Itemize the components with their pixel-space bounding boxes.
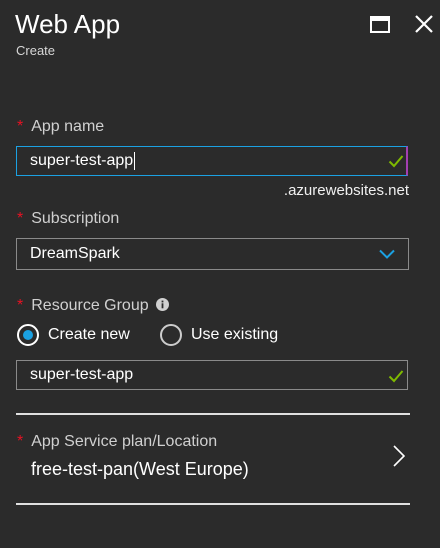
subscription-dropdown[interactable]: DreamSpark bbox=[16, 238, 409, 270]
checkmark-icon bbox=[388, 370, 404, 383]
subscription-value: DreamSpark bbox=[30, 245, 120, 262]
text-cursor bbox=[134, 151, 136, 170]
page-title: Web App bbox=[15, 9, 121, 39]
radio-create-new[interactable]: Create new bbox=[17, 324, 130, 346]
radio-button-selected[interactable] bbox=[17, 324, 39, 346]
app-service-plan-value: free-test-pan(West Europe) bbox=[31, 459, 249, 479]
page-subtitle: Create bbox=[16, 43, 56, 58]
app-name-value: super-test-app bbox=[30, 152, 134, 169]
required-marker: * bbox=[17, 297, 24, 314]
radio-create-new-label: Create new bbox=[48, 326, 130, 343]
maximize-icon[interactable] bbox=[370, 16, 390, 33]
resource-group-input[interactable]: super-test-app bbox=[16, 360, 408, 390]
app-name-input[interactable]: super-test-app bbox=[16, 146, 408, 176]
app-service-plan-label-text: App Service plan/Location bbox=[31, 433, 218, 450]
close-icon[interactable] bbox=[413, 13, 435, 35]
required-marker: * bbox=[17, 210, 24, 227]
app-name-label: * App name bbox=[17, 118, 104, 136]
subscription-label-text: Subscription bbox=[31, 210, 120, 227]
resource-group-label: * Resource Group bbox=[17, 297, 170, 315]
radio-use-existing[interactable]: Use existing bbox=[160, 324, 278, 346]
radio-button[interactable] bbox=[160, 324, 182, 346]
required-marker: * bbox=[17, 433, 24, 450]
info-icon[interactable] bbox=[156, 298, 170, 311]
checkmark-icon bbox=[388, 155, 404, 168]
app-service-plan-label: * App Service plan/Location bbox=[17, 433, 217, 451]
resource-group-value: super-test-app bbox=[30, 366, 134, 383]
required-marker: * bbox=[17, 118, 24, 135]
subscription-label: * Subscription bbox=[17, 210, 119, 228]
radio-use-existing-label: Use existing bbox=[191, 326, 279, 343]
divider bbox=[16, 413, 410, 415]
app-name-label-text: App name bbox=[31, 118, 105, 135]
domain-suffix: .azurewebsites.net bbox=[283, 182, 409, 199]
chevron-right-icon[interactable] bbox=[393, 445, 405, 467]
chevron-down-icon bbox=[379, 249, 395, 259]
resource-group-label-text: Resource Group bbox=[31, 297, 149, 314]
divider bbox=[16, 503, 410, 505]
